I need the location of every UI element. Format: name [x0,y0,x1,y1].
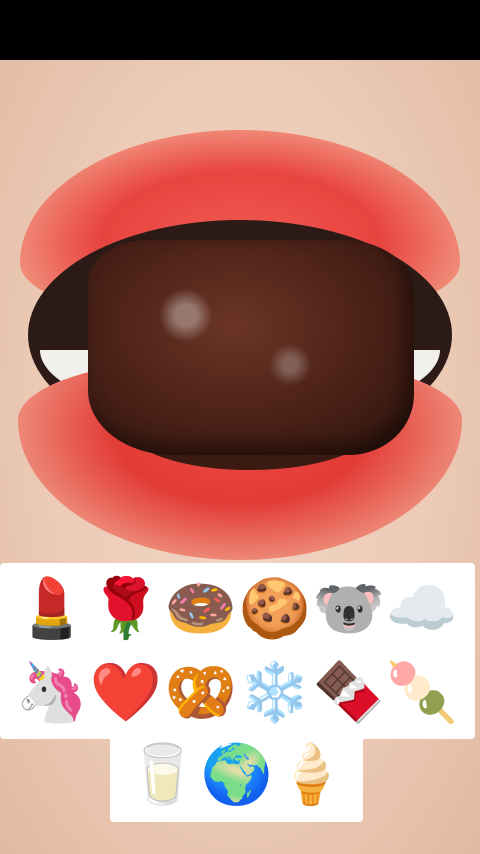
snowflake-icon[interactable]: ❄️ [239,656,311,728]
milk-glass-icon[interactable]: 🥛 [127,738,199,810]
snowflake-glyph: ❄️ [238,658,312,726]
ice-cream-icon[interactable]: 🍦 [275,738,347,810]
rose-glyph: 🌹 [89,574,163,642]
pretzel-glyph: 🥨 [164,658,238,726]
earth-globe-icon[interactable]: 🌍 [201,738,273,810]
top-black-bar [0,0,480,60]
chocolate-piece [88,240,414,455]
heart-glyph: ❤️ [89,658,163,726]
lipstick-icon[interactable]: 💄 [16,572,88,644]
koala-glyph: 🐨 [312,574,386,642]
pretzel-icon[interactable]: 🥨 [165,656,237,728]
cookie-glyph: 🍪 [238,574,312,642]
milk-glass-glyph: 🥛 [126,740,200,808]
dango-icon[interactable]: 🍡 [386,656,458,728]
unicorn-glyph: 🦄 [15,658,89,726]
cookie-icon[interactable]: 🍪 [239,572,311,644]
unicorn-icon[interactable]: 🦄 [16,656,88,728]
chocolate-bar-glyph: 🍫 [312,658,386,726]
dango-glyph: 🍡 [385,658,459,726]
cloud-glyph: ☁️ [385,574,459,642]
donut-glyph: 🍩 [164,574,238,642]
koala-icon[interactable]: 🐨 [313,572,385,644]
earth-globe-glyph: 🌍 [200,740,274,808]
emoji-picker-bottom-row: 🥛 🌍 🍦 [110,738,363,822]
emoji-picker-panel: 💄 🌹 🍩 🍪 🐨 ☁️ 🦄 ❤️ 🥨 ❄️ 🍫 🍡 [0,563,475,739]
lipstick-glyph: 💄 [15,574,89,642]
donut-icon[interactable]: 🍩 [165,572,237,644]
heart-icon[interactable]: ❤️ [90,656,162,728]
chocolate-bar-icon[interactable]: 🍫 [313,656,385,728]
cloud-icon[interactable]: ☁️ [386,572,458,644]
rose-icon[interactable]: 🌹 [90,572,162,644]
ice-cream-glyph: 🍦 [274,740,348,808]
